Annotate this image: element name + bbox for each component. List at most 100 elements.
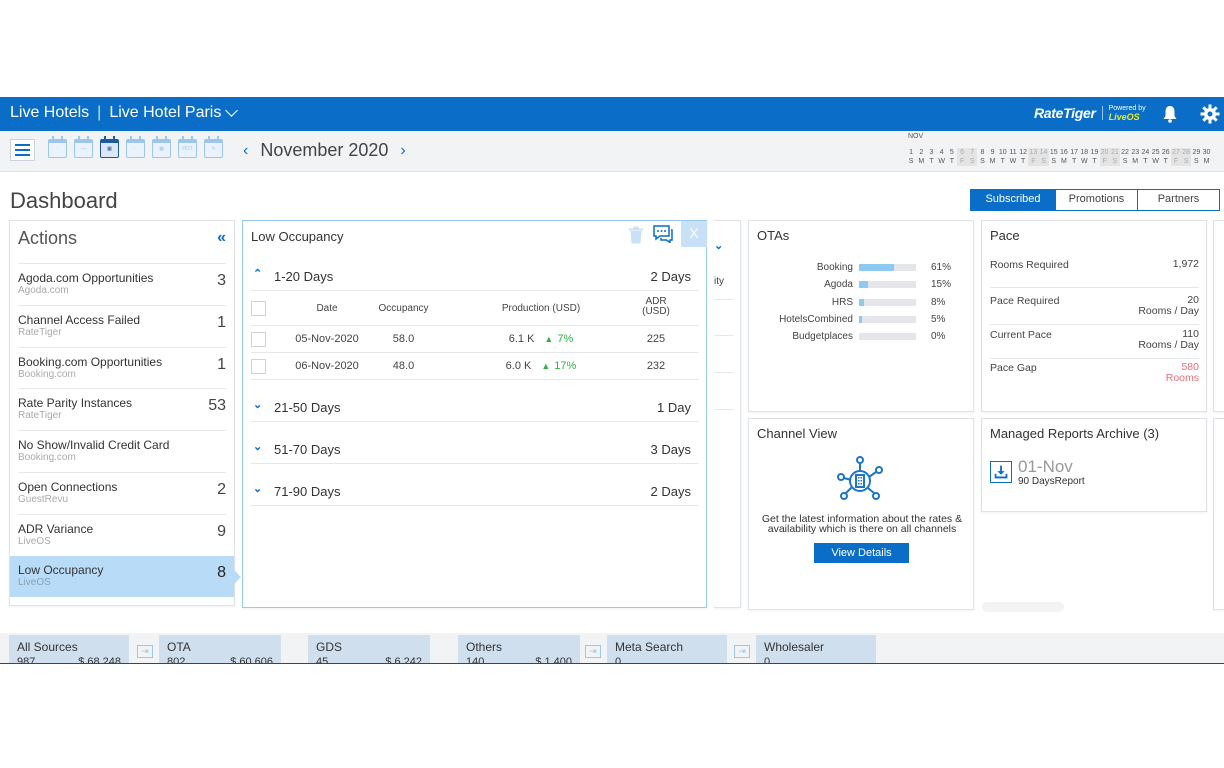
horizontal-scrollbar[interactable] <box>982 602 1064 612</box>
action-item[interactable]: Low Occupancy LiveOS 8 <box>10 555 241 598</box>
ota-share-bar <box>859 281 916 289</box>
ratetiger-logo: RateTiger Powered by LiveOS <box>1034 105 1146 122</box>
mini-calendar-day[interactable]: 19 T <box>1089 148 1099 166</box>
expand-arrow-icon[interactable]: ⇥ <box>585 645 601 658</box>
mini-calendar-day[interactable]: 12 T <box>1018 148 1028 166</box>
mini-calendar-day[interactable]: 11 W <box>1008 148 1018 166</box>
action-item[interactable]: No Show/Invalid Credit Card Booking.com <box>18 430 226 472</box>
mini-calendar-day[interactable]: 15 S <box>1049 148 1059 166</box>
source-tile-all-sources[interactable]: All Sources 987 $ 68,248 <box>9 635 129 663</box>
prev-month-button[interactable]: ‹ <box>243 142 248 160</box>
mini-calendar-day[interactable]: 20 F <box>1099 148 1110 166</box>
trash-icon[interactable] <box>628 226 644 244</box>
mini-calendar-day[interactable]: 22 S <box>1120 148 1130 166</box>
source-tile-ota[interactable]: OTA 802 $ 60,606 <box>159 635 281 663</box>
mini-calendar-day[interactable]: 2M <box>916 148 926 166</box>
tab-subscribed[interactable]: Subscribed <box>971 190 1055 210</box>
day-number: 22 <box>1121 149 1129 156</box>
mini-calendar-day[interactable]: 8S <box>977 148 987 166</box>
action-item[interactable]: Rate Parity Instances RateTiger 53 <box>18 388 226 430</box>
mini-calendar-day[interactable]: 7S <box>967 148 978 166</box>
mini-calendar-day[interactable]: 3T <box>926 148 936 166</box>
mini-calendar-day[interactable]: 27 F <box>1170 148 1182 166</box>
source-name: GDS <box>316 640 343 654</box>
action-item[interactable]: Agoda.com Opportunities Agoda.com 3 <box>18 263 226 305</box>
mini-calendar-day[interactable]: 9M <box>988 148 998 166</box>
report-name[interactable]: 90 DaysReport <box>1018 476 1085 487</box>
group-row[interactable]: ⌄ 71-90 Days 2 Days <box>251 476 699 506</box>
close-button[interactable]: X <box>681 221 707 247</box>
table-header: Date Occupancy Production (USD) ADR (USD… <box>251 293 699 326</box>
mini-calendar-day[interactable]: 30 M <box>1201 148 1211 166</box>
source-tile-wholesaler[interactable]: Wholesaler 0 <box>756 635 876 663</box>
month-view-icon[interactable]: ▦ <box>100 136 119 158</box>
day-number: 10 <box>998 149 1007 156</box>
mini-calendar-day[interactable]: 10 T <box>998 148 1008 166</box>
table-row[interactable]: 06-Nov-2020 48.0 232 6.0 K ▲ 17% <box>251 353 699 380</box>
mini-calendar-day[interactable]: 17 T <box>1069 148 1079 166</box>
hamburger-icon[interactable] <box>10 139 35 161</box>
tab-promotions[interactable]: Promotions <box>1055 190 1137 210</box>
download-icon[interactable] <box>990 461 1012 483</box>
source-tile-others[interactable]: Others 140 $ 1,400 <box>458 635 580 663</box>
bell-icon[interactable] <box>1162 105 1178 123</box>
mini-calendar-day[interactable]: 25 W <box>1151 148 1161 166</box>
mini-calendar-day[interactable]: 5T <box>947 148 957 166</box>
mini-calendar-day[interactable]: 16 M <box>1059 148 1069 166</box>
row-checkbox[interactable] <box>251 359 266 374</box>
action-item[interactable]: Booking.com Opportunities Booking.com 1 <box>18 346 226 389</box>
expand-arrow-icon[interactable]: ⇥ <box>734 645 750 658</box>
group-row[interactable]: ⌃ 1-20 Days 2 Days <box>251 261 699 291</box>
mini-calendar-day[interactable]: 1S <box>906 148 916 166</box>
report-date[interactable]: 01-Nov <box>1018 457 1073 477</box>
action-title: Rate Parity Instances <box>18 396 133 411</box>
ota-row[interactable]: HRS 8% <box>749 295 973 312</box>
select-all-checkbox[interactable] <box>251 301 266 316</box>
tab-partners[interactable]: Partners <box>1137 190 1219 210</box>
ota-row[interactable]: Booking 61% <box>749 260 973 277</box>
multi-view-icon[interactable]: ⋯ <box>126 136 145 158</box>
group-row[interactable]: ⌄ 21-50 Days 1 Day <box>251 392 699 422</box>
mini-calendar-day[interactable]: 23 M <box>1130 148 1140 166</box>
action-item[interactable]: Open Connections GuestRevu 2 <box>18 471 226 514</box>
mini-calendar-day[interactable]: 4W <box>937 148 947 166</box>
edit-calendar-icon[interactable]: ✎ <box>204 136 223 158</box>
mini-calendar-day[interactable]: 14 S <box>1038 148 1049 166</box>
action-item[interactable]: ADR Variance LiveOS 9 <box>18 513 226 556</box>
ota-row[interactable]: HotelsCombined 5% <box>749 312 973 329</box>
row-checkbox[interactable] <box>251 332 266 347</box>
divider <box>714 372 734 373</box>
expand-arrow-icon[interactable]: ⇥ <box>137 645 153 658</box>
occupancy-table: Date Occupancy Production (USD) ADR (USD… <box>251 293 699 380</box>
mini-calendar-day[interactable]: 29 S <box>1191 148 1201 166</box>
hot-dates-icon[interactable]: HOT <box>178 136 197 158</box>
action-title: Booking.com Opportunities <box>18 354 163 369</box>
mini-calendar-day[interactable]: 26 T <box>1161 148 1171 166</box>
mini-calendar-day[interactable]: 24 T <box>1140 148 1150 166</box>
source-tile-gds[interactable]: GDS 45 $ 6,242 <box>308 635 430 663</box>
chevron-down-icon[interactable]: ⌄ <box>714 239 723 252</box>
view-details-button[interactable]: View Details <box>814 543 909 563</box>
comment-icon[interactable] <box>653 225 673 243</box>
mini-calendar-day[interactable]: 13 F <box>1028 148 1039 166</box>
week-view-icon[interactable]: — <box>74 136 93 158</box>
mini-calendar-day[interactable]: 18 W <box>1079 148 1089 166</box>
action-count: 8 <box>217 563 226 581</box>
next-month-button[interactable]: › <box>400 142 405 160</box>
grid-view-icon[interactable]: ▦ <box>152 136 171 158</box>
group-row[interactable]: ⌄ 51-70 Days 3 Days <box>251 434 699 464</box>
source-tile-meta-search[interactable]: Meta Search 0 <box>607 635 727 663</box>
hotel-selector[interactable]: Live Hotels | Live Hotel Paris <box>10 103 239 122</box>
app-window: Live Hotels | Live Hotel Paris RateTiger… <box>0 97 1224 664</box>
mini-calendar-day[interactable]: 21 S <box>1109 148 1120 166</box>
gear-icon[interactable] <box>1200 104 1220 124</box>
ota-row[interactable]: Agoda 15% <box>749 277 973 294</box>
mini-calendar-day[interactable]: 6F <box>956 148 968 166</box>
day-view-icon[interactable]: · <box>48 136 67 158</box>
pace-title: Pace <box>990 228 1020 243</box>
mini-calendar-day[interactable]: 28 S <box>1181 148 1192 166</box>
collapse-icon[interactable]: « <box>217 229 226 247</box>
table-row[interactable]: 05-Nov-2020 58.0 225 6.1 K ▲ 7% <box>251 326 699 353</box>
action-item[interactable]: Channel Access Failed RateTiger 1 <box>18 304 226 347</box>
ota-row[interactable]: Budgetplaces 0% <box>749 329 973 346</box>
